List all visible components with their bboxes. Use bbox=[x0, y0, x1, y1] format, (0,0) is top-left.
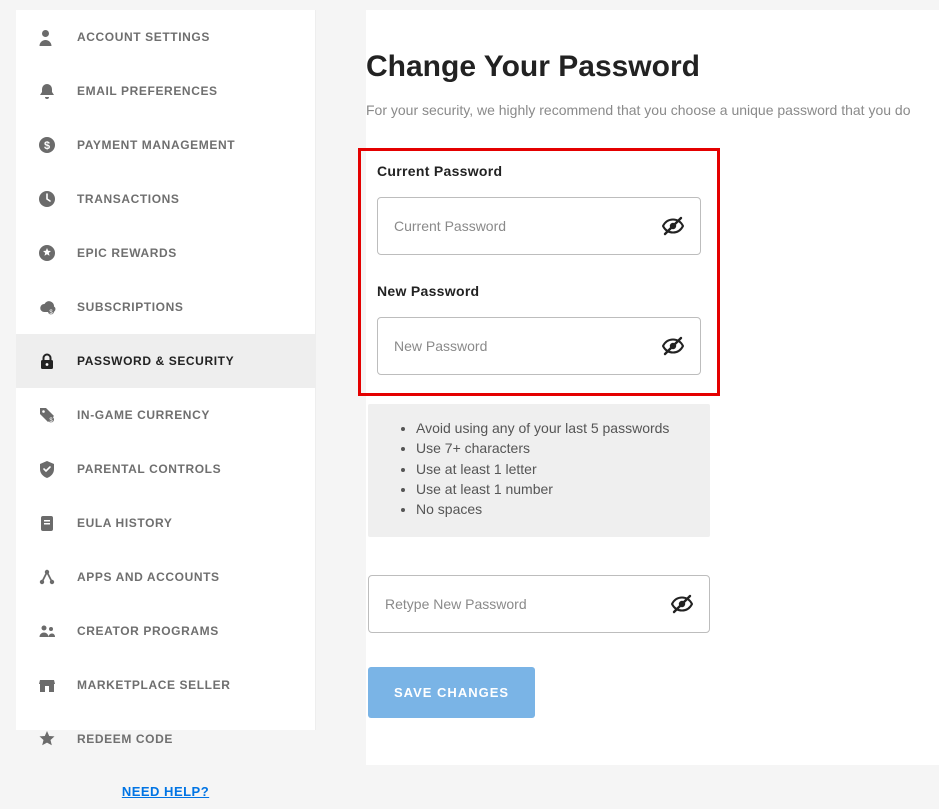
sidebar-item-label: MARKETPLACE SELLER bbox=[77, 678, 230, 692]
sidebar-item-label: PARENTAL CONTROLS bbox=[77, 462, 221, 476]
sidebar-item-label: TRANSACTIONS bbox=[77, 192, 180, 206]
cloud-icon bbox=[36, 296, 58, 318]
sidebar-item-label: SUBSCRIPTIONS bbox=[77, 300, 183, 314]
save-changes-button[interactable]: SAVE CHANGES bbox=[368, 667, 535, 718]
eye-off-icon[interactable] bbox=[662, 215, 684, 237]
sidebar-item-label: PASSWORD & SECURITY bbox=[77, 354, 234, 368]
sidebar-item-apps-accounts[interactable]: APPS AND ACCOUNTS bbox=[16, 550, 315, 604]
password-rule: No spaces bbox=[416, 499, 690, 519]
password-rule: Use 7+ characters bbox=[416, 438, 690, 458]
password-rule: Use at least 1 number bbox=[416, 479, 690, 499]
sidebar-item-label: IN-GAME CURRENCY bbox=[77, 408, 210, 422]
sidebar-item-creator-programs[interactable]: CREATOR PROGRAMS bbox=[16, 604, 315, 658]
document-icon bbox=[36, 512, 58, 534]
clock-icon bbox=[36, 188, 58, 210]
need-help-link[interactable]: NEED HELP? bbox=[16, 766, 315, 809]
sidebar-item-eula-history[interactable]: EULA HISTORY bbox=[16, 496, 315, 550]
eye-off-icon[interactable] bbox=[662, 335, 684, 357]
sidebar-item-label: ACCOUNT SETTINGS bbox=[77, 30, 210, 44]
new-password-input[interactable] bbox=[394, 338, 662, 354]
shield-icon bbox=[36, 458, 58, 480]
person-icon bbox=[36, 26, 58, 48]
current-password-field-wrap bbox=[377, 197, 701, 255]
sidebar-item-parental-controls[interactable]: PARENTAL CONTROLS bbox=[16, 442, 315, 496]
retype-password-field-wrap bbox=[368, 575, 710, 633]
new-password-label: New Password bbox=[377, 283, 701, 299]
people-icon bbox=[36, 620, 58, 642]
star-icon bbox=[36, 728, 58, 750]
sidebar-item-payment-management[interactable]: PAYMENT MANAGEMENT bbox=[16, 118, 315, 172]
connector-icon bbox=[36, 566, 58, 588]
tag-icon bbox=[36, 404, 58, 426]
main-content: Change Your Password For your security, … bbox=[366, 10, 939, 765]
password-rule: Use at least 1 letter bbox=[416, 459, 690, 479]
sidebar: ACCOUNT SETTINGS EMAIL PREFERENCES PAYME… bbox=[16, 10, 316, 730]
page-title: Change Your Password bbox=[366, 50, 939, 84]
sidebar-item-password-security[interactable]: PASSWORD & SECURITY bbox=[16, 334, 315, 388]
sidebar-item-label: APPS AND ACCOUNTS bbox=[77, 570, 220, 584]
eye-off-icon[interactable] bbox=[671, 593, 693, 615]
current-password-input[interactable] bbox=[394, 218, 662, 234]
sidebar-item-email-preferences[interactable]: EMAIL PREFERENCES bbox=[16, 64, 315, 118]
dollar-icon bbox=[36, 134, 58, 156]
sidebar-item-label: PAYMENT MANAGEMENT bbox=[77, 138, 235, 152]
sidebar-item-transactions[interactable]: TRANSACTIONS bbox=[16, 172, 315, 226]
sidebar-item-in-game-currency[interactable]: IN-GAME CURRENCY bbox=[16, 388, 315, 442]
new-password-field-wrap bbox=[377, 317, 701, 375]
sidebar-item-label: EMAIL PREFERENCES bbox=[77, 84, 218, 98]
sidebar-item-label: CREATOR PROGRAMS bbox=[77, 624, 219, 638]
retype-password-input[interactable] bbox=[385, 596, 671, 612]
bell-icon bbox=[36, 80, 58, 102]
sidebar-item-label: EULA HISTORY bbox=[77, 516, 172, 530]
sidebar-item-epic-rewards[interactable]: EPIC REWARDS bbox=[16, 226, 315, 280]
password-rules-box: Avoid using any of your last 5 passwords… bbox=[368, 404, 710, 537]
sidebar-item-label: REDEEM CODE bbox=[77, 732, 173, 746]
sidebar-item-label: EPIC REWARDS bbox=[77, 246, 177, 260]
sidebar-item-marketplace-seller[interactable]: MARKETPLACE SELLER bbox=[16, 658, 315, 712]
highlighted-password-fields: Current Password New Password bbox=[358, 148, 720, 396]
sidebar-item-account-settings[interactable]: ACCOUNT SETTINGS bbox=[16, 10, 315, 64]
current-password-label: Current Password bbox=[377, 163, 701, 179]
lock-icon bbox=[36, 350, 58, 372]
sidebar-item-subscriptions[interactable]: SUBSCRIPTIONS bbox=[16, 280, 315, 334]
password-rule: Avoid using any of your last 5 passwords bbox=[416, 418, 690, 438]
sidebar-item-redeem-code[interactable]: REDEEM CODE bbox=[16, 712, 315, 766]
page-subtitle: For your security, we highly recommend t… bbox=[366, 102, 939, 118]
store-icon bbox=[36, 674, 58, 696]
star-circle-icon bbox=[36, 242, 58, 264]
